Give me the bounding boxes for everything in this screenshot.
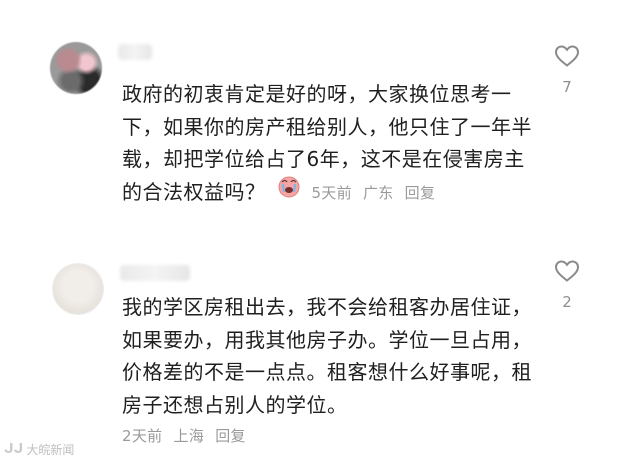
reply-button[interactable]: 回复	[215, 427, 246, 445]
like-count: 7	[562, 78, 572, 96]
watermark-logo-icon: ᒍᒍ	[4, 442, 24, 457]
watermark: ᒍᒍ 大皖新闻	[4, 441, 74, 458]
heart-icon	[554, 45, 580, 67]
heart-icon	[554, 260, 580, 282]
like-count: 2	[562, 293, 572, 311]
like-button[interactable]: 2	[552, 259, 582, 311]
comment-item: 我的学区房租出去，我不会给租客办居住证，如果要办，用我其他房子办。学位一旦占用，…	[0, 255, 634, 455]
comment-body: 我的学区房租出去，我不会给租客办居住证，如果要办，用我其他房子办。学位一旦占用，…	[122, 295, 532, 417]
avatar[interactable]	[50, 42, 102, 94]
comment-meta: 5天前 广东 回复	[272, 176, 441, 210]
username-blurred[interactable]	[120, 265, 190, 281]
watermark-text: 大皖新闻	[26, 443, 75, 457]
comment-text: 我的学区房租出去，我不会给租客办居住证，如果要办，用我其他房子办。学位一旦占用，…	[122, 291, 542, 421]
comment-location: 上海	[173, 427, 205, 445]
crying-face-icon	[278, 176, 300, 210]
comment-time: 2天前	[122, 427, 163, 445]
username-blurred[interactable]	[118, 44, 152, 60]
comment-time: 5天前	[311, 183, 352, 202]
comment-meta: 2天前 上海 回复	[122, 425, 252, 446]
comment-text: 政府的初衷肯定是好的呀，大家换位思考一下，如果你的房产租给别人，他只住了一年半载…	[122, 78, 542, 210]
avatar[interactable]	[52, 263, 104, 315]
comment-item: 政府的初衷肯定是好的呀，大家换位思考一下，如果你的房产租给别人，他只住了一年半载…	[0, 30, 634, 220]
reply-button[interactable]: 回复	[405, 184, 436, 202]
like-button[interactable]: 7	[552, 44, 582, 96]
comment-location: 广东	[362, 183, 394, 202]
